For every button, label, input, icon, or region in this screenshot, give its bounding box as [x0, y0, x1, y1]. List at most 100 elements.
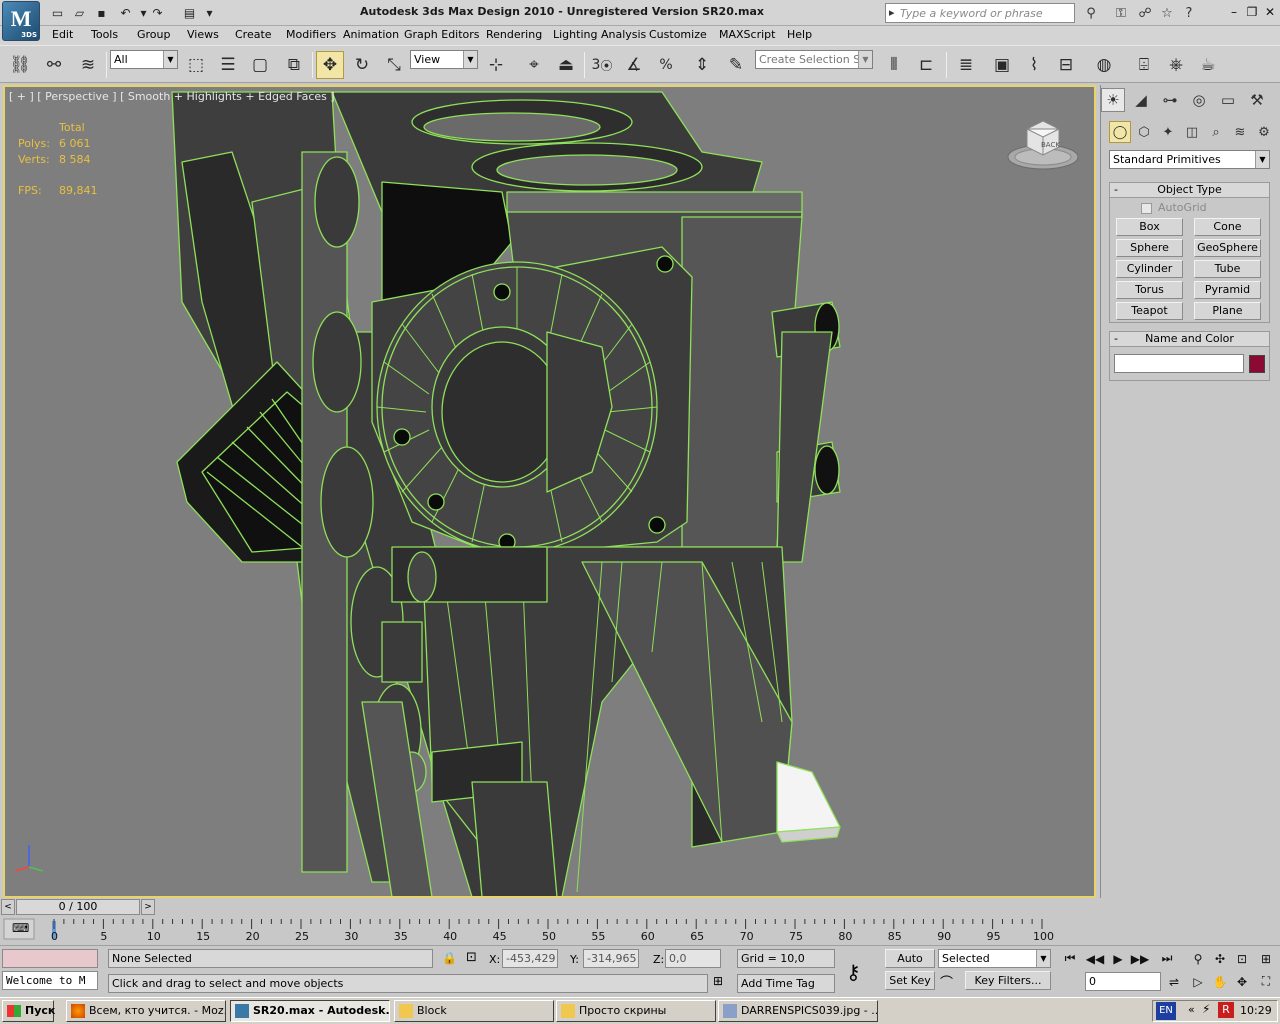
plane-button[interactable]: Plane: [1194, 302, 1261, 320]
display-tab-icon[interactable]: ▭: [1216, 88, 1240, 112]
quick-access-dropdown-icon[interactable]: ▾: [200, 3, 219, 22]
network-icon[interactable]: ⚡: [1202, 1002, 1210, 1016]
set-key-button[interactable]: Set Key: [885, 971, 935, 990]
menu-views[interactable]: Views: [187, 28, 219, 41]
select-and-scale-icon[interactable]: ⤡: [380, 51, 408, 79]
key-mode-toggle-icon[interactable]: ⇌: [1164, 972, 1184, 991]
menu-rendering[interactable]: Rendering: [486, 28, 542, 41]
motion-tab-icon[interactable]: ◎: [1187, 88, 1211, 112]
hierarchy-tab-icon[interactable]: ⊶: [1158, 88, 1182, 112]
key-filters-button[interactable]: Key Filters...: [965, 971, 1051, 990]
language-indicator[interactable]: EN: [1156, 1002, 1176, 1020]
redo-icon[interactable]: ↷: [148, 3, 167, 22]
favorites-icon[interactable]: ☆: [1156, 3, 1178, 23]
select-by-name-icon[interactable]: ☰: [214, 51, 242, 79]
select-object-icon[interactable]: ⬚: [182, 51, 210, 79]
select-and-manipulate-icon[interactable]: ⌖: [520, 51, 548, 79]
reference-coordinate-dropdown[interactable]: View ▼: [410, 50, 478, 69]
perspective-viewport[interactable]: [ + ] [ Perspective ] [ Smooth + Highlig…: [3, 85, 1096, 898]
link-icon[interactable]: ⛓: [6, 51, 34, 79]
communication-center-icon[interactable]: ☍: [1134, 3, 1156, 23]
open-file-icon[interactable]: ▱: [70, 3, 89, 22]
task-image-viewer[interactable]: DARRENSPICS039.jpg - ...: [718, 1000, 878, 1022]
schematic-view-icon[interactable]: ⊟: [1052, 51, 1080, 79]
mirror-icon[interactable]: ⫴: [880, 51, 908, 79]
viewcube[interactable]: BACK: [1005, 117, 1085, 177]
task-3dsmax[interactable]: SR20.max - Autodesk...: [230, 1000, 390, 1022]
antivirus-icon[interactable]: R: [1218, 1002, 1234, 1018]
lights-icon[interactable]: ✦: [1157, 121, 1179, 143]
menu-help[interactable]: Help: [787, 28, 812, 41]
add-time-tag[interactable]: Add Time Tag: [737, 974, 835, 993]
maxscript-output[interactable]: Welcome to M: [2, 971, 98, 990]
menu-modifiers[interactable]: Modifiers: [286, 28, 336, 41]
zoom-extents-icon[interactable]: ⊡: [1232, 949, 1252, 968]
sphere-button[interactable]: Sphere: [1116, 239, 1183, 257]
default-in-out-tangent-icon[interactable]: ⌒: [940, 972, 953, 991]
object-name-input[interactable]: [1114, 354, 1244, 373]
render-setup-icon[interactable]: ⌹: [1130, 51, 1158, 79]
select-and-move-icon[interactable]: ✥: [316, 51, 344, 79]
rectangular-selection-icon[interactable]: ▢: [246, 51, 274, 79]
help-icon[interactable]: ?: [1178, 3, 1200, 23]
play-icon[interactable]: ▶: [1108, 949, 1128, 968]
next-key-icon[interactable]: ▶▶: [1130, 949, 1150, 968]
time-slider[interactable]: < 0 / 100 >: [0, 898, 1100, 917]
auto-key-button[interactable]: Auto Key: [885, 949, 935, 982]
absolute-mode-icon[interactable]: ⊡: [466, 950, 477, 965]
menu-group[interactable]: Group: [137, 28, 171, 41]
shapes-icon[interactable]: ⬡: [1133, 121, 1155, 143]
open-mini-curve-editor-icon[interactable]: ⌨: [12, 921, 29, 935]
layer-manager-icon[interactable]: ≣: [952, 51, 980, 79]
maximize-viewport-icon[interactable]: ⛶: [1256, 972, 1276, 991]
rendered-frame-window-icon[interactable]: ⎈: [1162, 51, 1190, 79]
x-coordinate-input[interactable]: -453,429: [502, 949, 558, 968]
y-coordinate-input[interactable]: -314,965: [583, 949, 639, 968]
selection-filter-dropdown[interactable]: All ▼: [110, 50, 178, 69]
tray-expand-icon[interactable]: «: [1188, 1003, 1195, 1016]
undo-icon[interactable]: ↶: [116, 3, 135, 22]
orbit-icon[interactable]: ✥: [1232, 972, 1252, 991]
z-coordinate-input[interactable]: 0,0: [665, 949, 721, 968]
time-tag-icon[interactable]: ⊞: [713, 974, 723, 988]
create-tab-icon[interactable]: ☀: [1101, 88, 1125, 112]
use-pivot-center-icon[interactable]: ⊹: [482, 51, 510, 79]
teapot-button[interactable]: Teapot: [1116, 302, 1183, 320]
menu-tools[interactable]: Tools: [91, 28, 118, 41]
space-warps-icon[interactable]: ≋: [1229, 121, 1251, 143]
menu-graph-editors[interactable]: Graph Editors: [404, 28, 480, 41]
menu-maxscript[interactable]: MAXScript: [719, 28, 775, 41]
cone-button[interactable]: Cone: [1194, 218, 1261, 236]
viewport-label[interactable]: [ + ] [ Perspective ] [ Smooth + Highlig…: [9, 90, 335, 103]
pan-view-icon[interactable]: ✋: [1210, 972, 1230, 991]
close-icon[interactable]: ✕: [1262, 3, 1278, 21]
utilities-tab-icon[interactable]: ⚒: [1245, 88, 1269, 112]
curve-editor-icon[interactable]: ⌇: [1020, 51, 1048, 79]
previous-key-icon[interactable]: ◀◀: [1085, 949, 1105, 968]
subscription-center-icon[interactable]: ⚿: [1110, 3, 1132, 23]
zoom-icon[interactable]: ⚲: [1188, 949, 1208, 968]
maxscript-mini-listener[interactable]: [2, 949, 98, 968]
graphite-modeling-icon[interactable]: ▣: [988, 51, 1016, 79]
set-keys-key-icon[interactable]: ⚷: [846, 960, 861, 984]
angle-snap-icon[interactable]: ∡: [620, 51, 648, 79]
previous-frame-icon[interactable]: <: [1, 899, 15, 915]
window-crossing-icon[interactable]: ⧉: [280, 51, 308, 79]
edit-named-selection-icon[interactable]: ✎: [722, 51, 750, 79]
go-to-start-icon[interactable]: ⏮: [1060, 949, 1080, 968]
track-bar[interactable]: ⌨ 0 5 10 15 20 25 30 35 40 45 50 55 60 65 70 75 80 85 90 95…: [0, 917, 1100, 945]
cylinder-button[interactable]: Cylinder: [1116, 260, 1183, 278]
unlink-icon[interactable]: ⚯: [40, 51, 68, 79]
category-dropdown[interactable]: Standard Primitives ▼: [1109, 150, 1270, 169]
box-button[interactable]: Box: [1116, 218, 1183, 236]
modify-tab-icon[interactable]: ◢: [1129, 88, 1153, 112]
torus-button[interactable]: Torus: [1116, 281, 1183, 299]
menu-customize[interactable]: Customize: [649, 28, 707, 41]
go-to-end-icon[interactable]: ⏭: [1157, 949, 1177, 968]
task-firefox[interactable]: Всем, кто учится. - Moz...: [66, 1000, 226, 1022]
selection-lock-icon[interactable]: 🔒: [442, 951, 457, 965]
menu-lighting-analysis[interactable]: Lighting Analysis: [553, 28, 646, 41]
tube-button[interactable]: Tube: [1194, 260, 1261, 278]
minimize-icon[interactable]: –: [1226, 3, 1242, 21]
menu-create[interactable]: Create: [235, 28, 272, 41]
